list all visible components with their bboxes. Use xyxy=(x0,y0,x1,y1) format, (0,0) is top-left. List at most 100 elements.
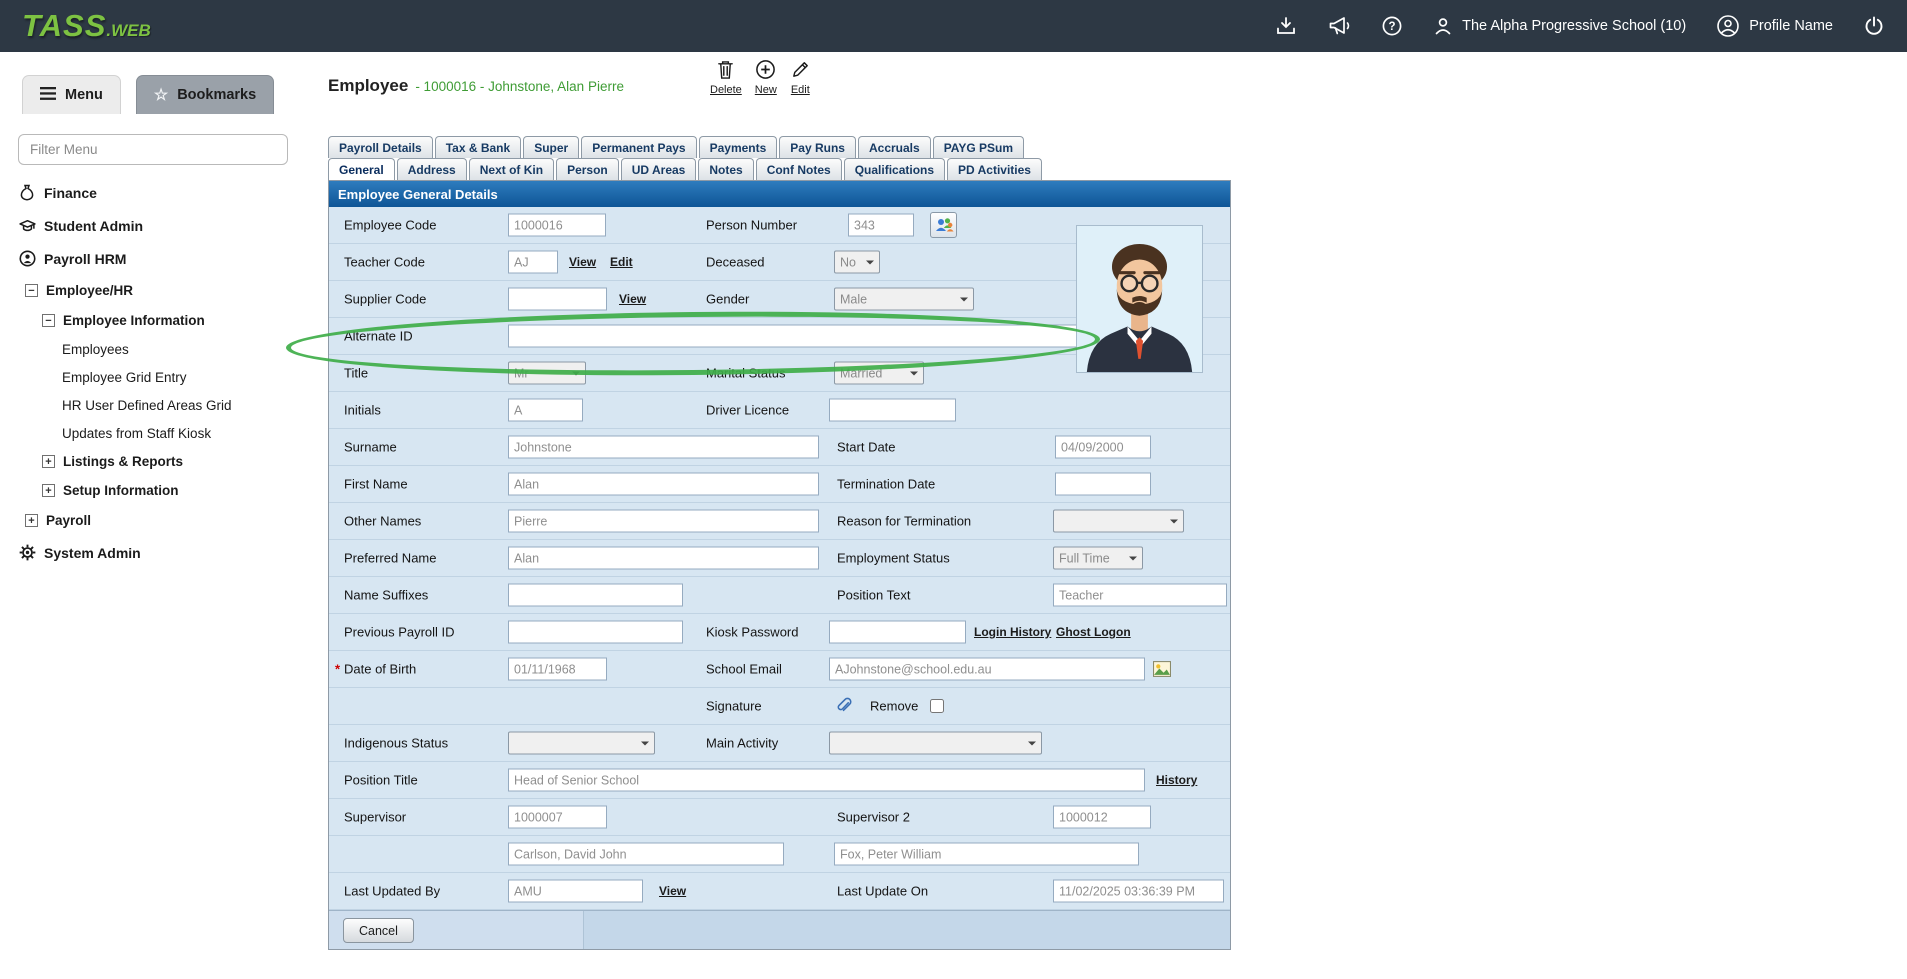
form-footer: Cancel xyxy=(329,910,1230,949)
teacher-code-edit-link[interactable]: Edit xyxy=(610,255,633,269)
sidebar-item-payroll[interactable]: +Payroll xyxy=(0,505,310,536)
help-icon[interactable]: ? xyxy=(1381,15,1403,37)
form-row-previous-payroll-id: Previous Payroll ID Kiosk Password Login… xyxy=(329,614,1230,651)
person-lookup-icon[interactable] xyxy=(930,212,957,238)
tab-payg-psum[interactable]: PAYG PSum xyxy=(933,136,1024,158)
expand-icon[interactable]: + xyxy=(25,514,38,527)
announcements-icon[interactable] xyxy=(1327,15,1351,37)
employment-status-select[interactable]: Full Time xyxy=(1053,547,1143,570)
logout-power-icon[interactable] xyxy=(1863,15,1885,37)
start-date-input[interactable]: 04/09/2000 xyxy=(1055,436,1151,459)
sidebar-item-employees[interactable]: Employees xyxy=(0,335,310,363)
title-select[interactable]: Mr xyxy=(508,362,586,385)
main-activity-select[interactable] xyxy=(829,732,1042,755)
initials-input[interactable]: A xyxy=(508,399,583,422)
tab-bookmarks[interactable]: ☆ Bookmarks xyxy=(136,75,274,114)
collapse-icon[interactable]: − xyxy=(25,284,38,297)
person-number-input[interactable]: 343 xyxy=(848,214,914,237)
last-updated-by-input[interactable]: AMU xyxy=(508,880,643,903)
supplier-code-input[interactable] xyxy=(508,288,607,311)
collapse-icon[interactable]: − xyxy=(42,314,55,327)
teacher-code-view-link[interactable]: View xyxy=(569,255,596,269)
sidebar-item-employee-information[interactable]: −Employee Information xyxy=(0,306,310,335)
last-updated-view-link[interactable]: View xyxy=(659,884,686,898)
tab-permanent-pays[interactable]: Permanent Pays xyxy=(581,136,696,158)
tab-person[interactable]: Person xyxy=(556,158,619,180)
tab-qualifications[interactable]: Qualifications xyxy=(844,158,945,180)
sidebar-item-setup-information[interactable]: +Setup Information xyxy=(0,476,310,505)
marital-status-select[interactable]: Married xyxy=(834,362,924,385)
tab-super[interactable]: Super xyxy=(523,136,579,158)
tab-address[interactable]: Address xyxy=(397,158,467,180)
previous-payroll-id-input[interactable] xyxy=(508,621,683,644)
other-names-input[interactable]: Pierre xyxy=(508,510,819,533)
topbar: TASS.WEB ? The Alpha Progressive School … xyxy=(0,0,1907,52)
first-name-input[interactable]: Alan xyxy=(508,473,819,496)
position-title-history-link[interactable]: History xyxy=(1156,773,1197,787)
tab-payroll-details[interactable]: Payroll Details xyxy=(328,136,433,158)
alternate-id-input[interactable] xyxy=(508,325,1078,348)
sidebar-item-updates-from-staff-kiosk[interactable]: Updates from Staff Kiosk xyxy=(0,419,310,447)
profile-name: Profile Name xyxy=(1749,18,1833,34)
tab-payments[interactable]: Payments xyxy=(699,136,778,158)
sidebar-item-employee-grid-entry[interactable]: Employee Grid Entry xyxy=(0,363,310,391)
sidebar-item-finance[interactable]: Finance xyxy=(0,176,310,209)
login-history-link[interactable]: Login History xyxy=(974,625,1051,639)
position-title-input[interactable]: Head of Senior School xyxy=(508,769,1145,792)
surname-input[interactable]: Johnstone xyxy=(508,436,819,459)
signature-remove-checkbox[interactable] xyxy=(930,699,944,713)
school-selector[interactable]: The Alpha Progressive School (10) xyxy=(1433,16,1686,36)
tool-label: New xyxy=(755,84,777,96)
sidebar-item-label: Employee/HR xyxy=(46,283,133,298)
delete-button[interactable]: Delete xyxy=(710,59,742,96)
teacher-code-input[interactable]: AJ xyxy=(508,251,558,274)
last-update-on-input[interactable]: 11/02/2025 03:36:39 PM xyxy=(1053,880,1224,903)
sidebar-item-hr-user-defined-areas-grid[interactable]: HR User Defined Areas Grid xyxy=(0,391,310,419)
new-button[interactable]: New xyxy=(755,59,777,96)
preferred-name-input[interactable]: Alan xyxy=(508,547,819,570)
name-suffixes-input[interactable] xyxy=(508,584,683,607)
email-picture-icon[interactable] xyxy=(1153,661,1171,677)
supervisor2-name-input[interactable]: Fox, Peter William xyxy=(834,843,1139,866)
school-email-input[interactable]: AJohnstone@school.edu.au xyxy=(829,658,1145,681)
tab-notes[interactable]: Notes xyxy=(698,158,753,180)
tab-next-of-kin[interactable]: Next of Kin xyxy=(469,158,554,180)
driver-licence-input[interactable] xyxy=(829,399,956,422)
tab-conf-notes[interactable]: Conf Notes xyxy=(756,158,842,180)
supplier-code-view-link[interactable]: View xyxy=(619,292,646,306)
tab-pay-runs[interactable]: Pay Runs xyxy=(779,136,856,158)
tab-ud-areas[interactable]: UD Areas xyxy=(621,158,697,180)
termination-date-input[interactable] xyxy=(1055,473,1151,496)
sidebar-item-payroll-hrm[interactable]: Payroll HRM xyxy=(0,242,310,275)
tass-logo[interactable]: TASS.WEB xyxy=(22,8,151,44)
gender-select[interactable]: Male xyxy=(834,288,974,311)
edit-button[interactable]: Edit xyxy=(790,59,811,96)
sidebar-item-student-admin[interactable]: Student Admin xyxy=(0,209,310,242)
sidebar-item-listings-reports[interactable]: +Listings & Reports xyxy=(0,447,310,476)
supervisor2-input[interactable]: 1000012 xyxy=(1053,806,1151,829)
profile-menu[interactable]: Profile Name xyxy=(1716,14,1833,38)
employee-code-input[interactable]: 1000016 xyxy=(508,214,606,237)
filter-menu-input[interactable] xyxy=(18,134,288,165)
sidebar-item-employee-hr[interactable]: −Employee/HR xyxy=(0,275,310,306)
tab-tax-bank[interactable]: Tax & Bank xyxy=(435,136,521,158)
kiosk-password-input[interactable] xyxy=(829,621,966,644)
download-icon[interactable] xyxy=(1275,15,1297,37)
position-text-input[interactable]: Teacher xyxy=(1053,584,1227,607)
sidebar-item-system-admin[interactable]: System Admin xyxy=(0,536,310,569)
paperclip-icon[interactable] xyxy=(835,698,852,715)
date-of-birth-input[interactable]: 01/11/1968 xyxy=(508,658,607,681)
supervisor-input[interactable]: 1000007 xyxy=(508,806,607,829)
expand-icon[interactable]: + xyxy=(42,484,55,497)
tab-general[interactable]: General xyxy=(328,158,395,180)
indigenous-status-select[interactable] xyxy=(508,732,655,755)
reason-for-termination-select[interactable] xyxy=(1053,510,1184,533)
cancel-button[interactable]: Cancel xyxy=(343,918,414,943)
expand-icon[interactable]: + xyxy=(42,455,55,468)
tab-accruals[interactable]: Accruals xyxy=(858,136,931,158)
ghost-logon-link[interactable]: Ghost Logon xyxy=(1056,625,1131,639)
tab-menu[interactable]: Menu xyxy=(22,75,121,114)
tab-pd-activities[interactable]: PD Activities xyxy=(947,158,1042,180)
deceased-select[interactable]: No xyxy=(834,251,880,274)
supervisor-name-input[interactable]: Carlson, David John xyxy=(508,843,784,866)
